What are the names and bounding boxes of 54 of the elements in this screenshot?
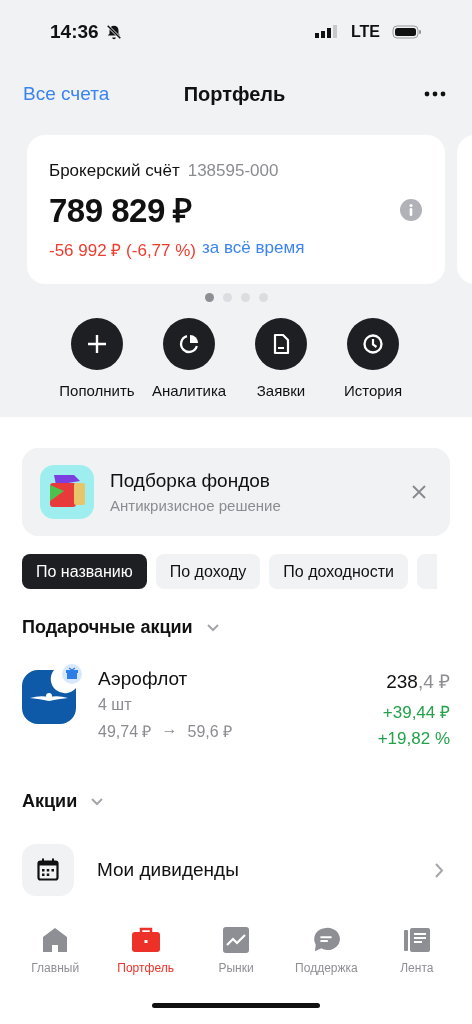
profit-percent: +19,82 % [377,729,450,749]
calendar-icon [37,858,59,882]
pager-dot[interactable] [204,293,214,302]
briefcase-icon [131,927,160,953]
chevron-down-icon[interactable] [206,623,219,632]
balance-change: -56 992 ₽ (-6,77 %) [49,240,196,261]
stock-name: Аэрофлот [98,668,189,690]
screen-title: Портфель [183,82,286,106]
clock-icon [361,332,385,356]
dividends-label[interactable]: Мои дивиденды [97,859,435,881]
current-price: 59,6 ₽ [187,722,233,742]
period-link[interactable]: за всё время [202,238,305,261]
home-icon [42,927,69,953]
tab-bar-item[interactable]: Портфель [100,927,191,997]
account-number: 138595-000 [187,161,279,181]
chat-icon [312,927,341,953]
news-icon [403,927,430,953]
pie-chart-icon [177,332,201,356]
buy-price: 49,74 ₽ [98,722,152,742]
promo-banner[interactable]: Подборка фондов Антикризисное решение [22,448,450,536]
status-time: 14:36 [50,21,99,43]
position-value: 238 [386,671,418,692]
account-name: Брокерский счёт [49,161,180,181]
battery-icon [392,25,422,39]
more-icon[interactable] [424,91,446,97]
action-button[interactable]: Заявки [235,318,327,399]
account-balance: 789 829 ₽ [49,191,192,231]
action-button[interactable]: Аналитика [143,318,235,399]
chevron-down-icon[interactable] [91,797,104,806]
chart-icon [223,927,249,953]
sort-chip[interactable]: По названию [22,554,147,589]
info-icon[interactable] [400,198,422,221]
action-button[interactable]: Пополнить [51,318,143,399]
folder-illustration-icon [40,465,94,519]
position-value-fraction: ,4 ₽ [417,671,450,692]
section-title: Подарочные акции [22,617,193,638]
plus-icon [85,332,109,356]
section-title: Акции [22,791,78,812]
sort-chip[interactable]: По доходу [155,554,261,589]
airline-logo-icon [22,670,76,724]
promo-title: Подборка фондов [110,470,271,492]
action-button[interactable]: История [327,318,419,399]
muted-bell-icon [104,23,123,41]
promo-subtitle: Антикризисное решение [110,497,282,514]
chevron-right-icon[interactable] [435,862,444,878]
network-type: LTE [350,23,380,41]
sort-chip[interactable]: По доходности [269,554,408,589]
arrow-glyph: → [161,720,178,739]
account-card[interactable]: Брокерский счёт 138595-000 789 829 ₽ -56 992 ₽ (-6,77 %) за всё время [27,135,445,284]
gift-icon [62,664,82,684]
stock-quantity: 4 шт [98,696,133,714]
signal-icon [314,25,339,39]
profit-amount: +39,44 ₽ [382,702,450,723]
close-icon[interactable] [412,485,426,499]
